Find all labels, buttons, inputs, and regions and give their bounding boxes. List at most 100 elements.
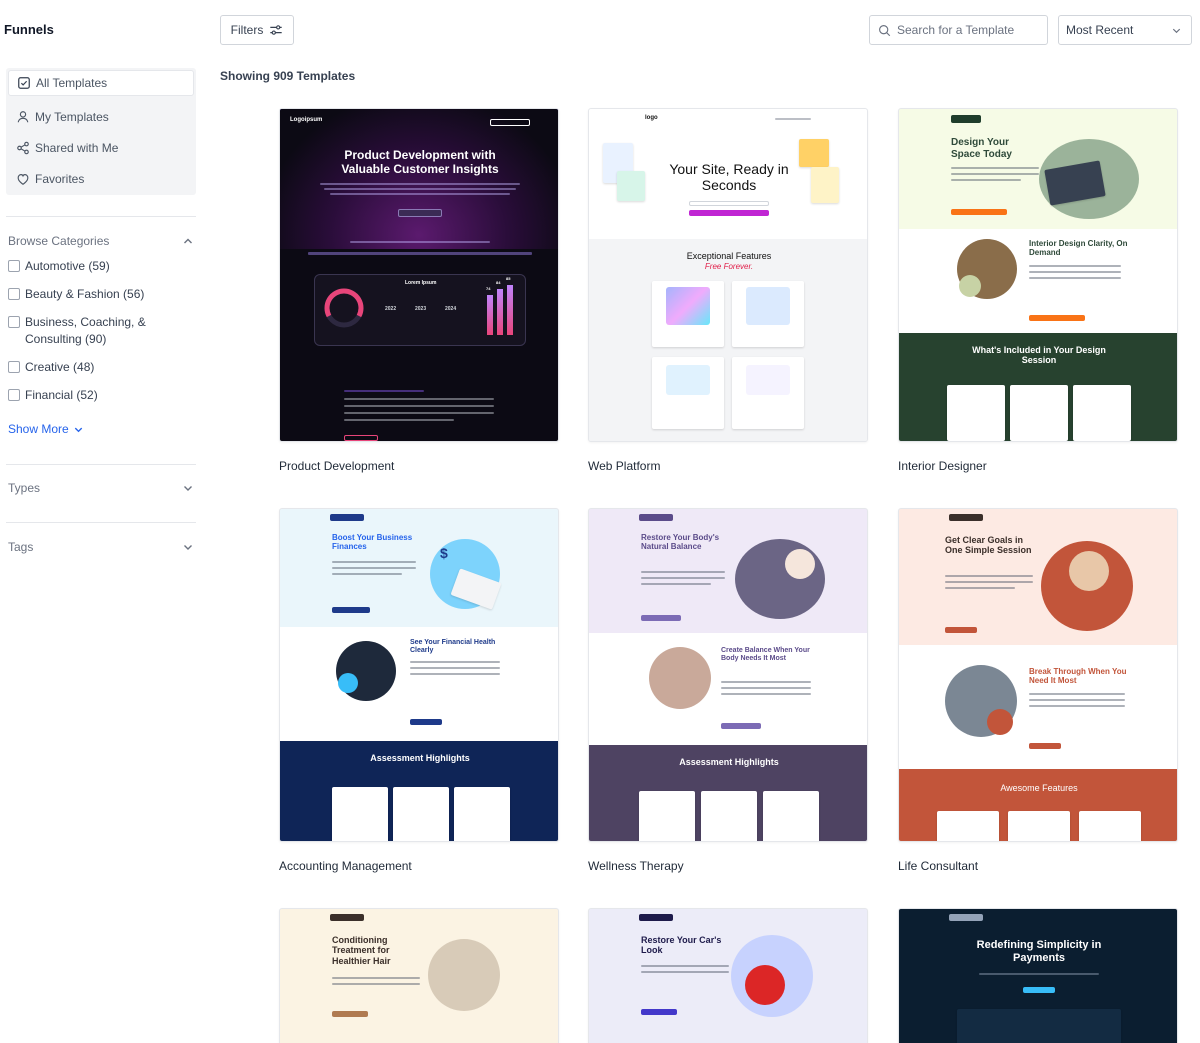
preview-text-line: [332, 567, 416, 569]
nav-label: My Templates: [35, 109, 109, 124]
preview-image-blob: [735, 539, 825, 619]
tags-header[interactable]: Tags: [8, 540, 194, 554]
preview-text-line: [951, 173, 1039, 175]
template-thumbnail[interactable]: Conditioning Treatment for Healthier Hai…: [279, 908, 559, 1043]
preview-cta: [332, 1011, 368, 1017]
template-card[interactable]: Conditioning Treatment for Healthier Hai…: [279, 908, 559, 1043]
preview-text-line: [945, 587, 1015, 589]
template-name: Product Development: [279, 459, 395, 473]
preview-text-line: [332, 977, 420, 979]
preview-cta: [1029, 743, 1061, 749]
preview-subhead: Create Balance When Your Body Needs It M…: [721, 647, 810, 663]
category-checkbox[interactable]: [8, 260, 20, 272]
category-label: Beauty & Fashion (56): [25, 287, 145, 301]
template-card[interactable]: Get Clear Goals in One Simple Session Br…: [898, 508, 1178, 873]
preview-text-line: [344, 390, 424, 392]
search-icon: [879, 24, 891, 36]
types-header[interactable]: Types: [8, 481, 194, 495]
preview-text-line: [344, 405, 494, 407]
nav-my-templates[interactable]: My Templates: [8, 101, 194, 132]
nav-shared-with-me[interactable]: Shared with Me: [8, 132, 194, 163]
template-thumbnail[interactable]: Restore Your Body's Natural Balance Crea…: [588, 508, 868, 842]
template-thumbnail[interactable]: Restore Your Car's Look: [588, 908, 868, 1043]
preview-chart-label: Lorem Ipsum: [405, 280, 437, 286]
preview-cta: [641, 615, 681, 621]
preview-text-line: [320, 183, 520, 185]
nav-all-templates[interactable]: All Templates: [8, 70, 194, 96]
template-thumbnail[interactable]: Get Clear Goals in One Simple Session Br…: [898, 508, 1178, 842]
sliders-icon: [270, 25, 283, 35]
preview-headline: Boost Your Business Finances: [332, 533, 413, 552]
template-thumbnail[interactable]: Logoipsum Product Development with Valua…: [279, 108, 559, 442]
preview-bar-label: 85: [506, 276, 511, 281]
preview-image-blob: [649, 647, 711, 709]
category-creative[interactable]: Creative (48): [8, 359, 194, 376]
category-checkbox[interactable]: [8, 389, 20, 401]
filters-button[interactable]: Filters: [220, 15, 294, 45]
template-card[interactable]: Redefining Simplicity in Payments: [898, 908, 1178, 1043]
preview-feature-card: [332, 787, 388, 841]
chevron-down-icon: [1172, 28, 1181, 33]
template-thumbnail[interactable]: logo Your Site, Ready in Seconds Excepti…: [588, 108, 868, 442]
preview-logo: [639, 514, 673, 521]
preview-nav: [775, 118, 811, 120]
template-thumbnail[interactable]: Redefining Simplicity in Payments: [898, 908, 1178, 1043]
search-input[interactable]: [897, 23, 1037, 37]
preview-feature-card: [393, 787, 449, 841]
search-box[interactable]: [869, 15, 1048, 45]
preview-text-line: [330, 193, 510, 195]
template-name: Accounting Management: [279, 859, 412, 873]
category-checkbox[interactable]: [8, 316, 20, 328]
preview-features-title: Exceptional Features: [686, 251, 772, 261]
sidebar-title: Funnels: [4, 22, 54, 37]
preview-button: [490, 119, 530, 126]
template-card[interactable]: Restore Your Car's Look: [588, 908, 868, 1043]
preview-cta: [641, 1009, 677, 1015]
preview-text-line: [332, 573, 402, 575]
preview-text-line: [410, 661, 500, 663]
preview-headline: Redefining Simplicity in Payments: [976, 939, 1102, 964]
category-financial[interactable]: Financial (52): [8, 387, 194, 404]
preview-bar: [497, 289, 503, 335]
template-card[interactable]: logo Your Site, Ready in Seconds Excepti…: [588, 108, 868, 473]
category-beauty-fashion[interactable]: Beauty & Fashion (56): [8, 286, 194, 303]
browse-categories-header[interactable]: Browse Categories: [8, 234, 194, 248]
nav-favorites[interactable]: Favorites: [8, 163, 194, 194]
template-card[interactable]: Logoipsum Product Development with Valua…: [279, 108, 559, 473]
preview-cta: [344, 435, 378, 441]
category-label: Automotive (59): [25, 259, 110, 273]
preview-text-line: [1029, 271, 1121, 273]
preview-section-white: [899, 645, 1177, 769]
category-checkbox[interactable]: [8, 361, 20, 373]
preview-text-line: [1029, 705, 1125, 707]
preview-person: [1069, 551, 1109, 591]
preview-features-sub: Free Forever.: [704, 262, 754, 271]
preview-cta: [945, 627, 977, 633]
preview-text-line: [945, 581, 1033, 583]
sort-dropdown[interactable]: Most Recent: [1058, 15, 1192, 45]
show-more-label: Show More: [8, 422, 69, 436]
category-business-coaching[interactable]: Business, Coaching, & Consulting (90): [8, 314, 158, 348]
preview-text-line: [410, 673, 500, 675]
template-name: Interior Designer: [898, 459, 987, 473]
template-card[interactable]: Boost Your Business Finances $ See Your …: [279, 508, 559, 873]
preview-logo: [639, 914, 673, 921]
preview-text-line: [641, 583, 711, 585]
preview-badge: [959, 275, 981, 297]
preview-text-line: [350, 241, 490, 243]
tags-label: Tags: [8, 540, 34, 554]
preview-cta: [951, 209, 1007, 215]
category-checkbox[interactable]: [8, 288, 20, 300]
preview-logo: [949, 514, 983, 521]
template-thumbnail[interactable]: Design Your Space Today Interior Design …: [898, 108, 1178, 442]
preview-text-line: [721, 687, 811, 689]
heart-icon: [17, 173, 29, 185]
category-automotive[interactable]: Automotive (59): [8, 258, 194, 275]
preview-input: [689, 201, 769, 206]
template-thumbnail[interactable]: Boost Your Business Finances $ See Your …: [279, 508, 559, 842]
preview-subhead: Interior Design Clarity, On Demand: [1029, 239, 1128, 258]
preview-text-line: [721, 681, 811, 683]
show-more-link[interactable]: Show More: [8, 422, 84, 436]
template-card[interactable]: Design Your Space Today Interior Design …: [898, 108, 1178, 473]
template-card[interactable]: Restore Your Body's Natural Balance Crea…: [588, 508, 868, 873]
